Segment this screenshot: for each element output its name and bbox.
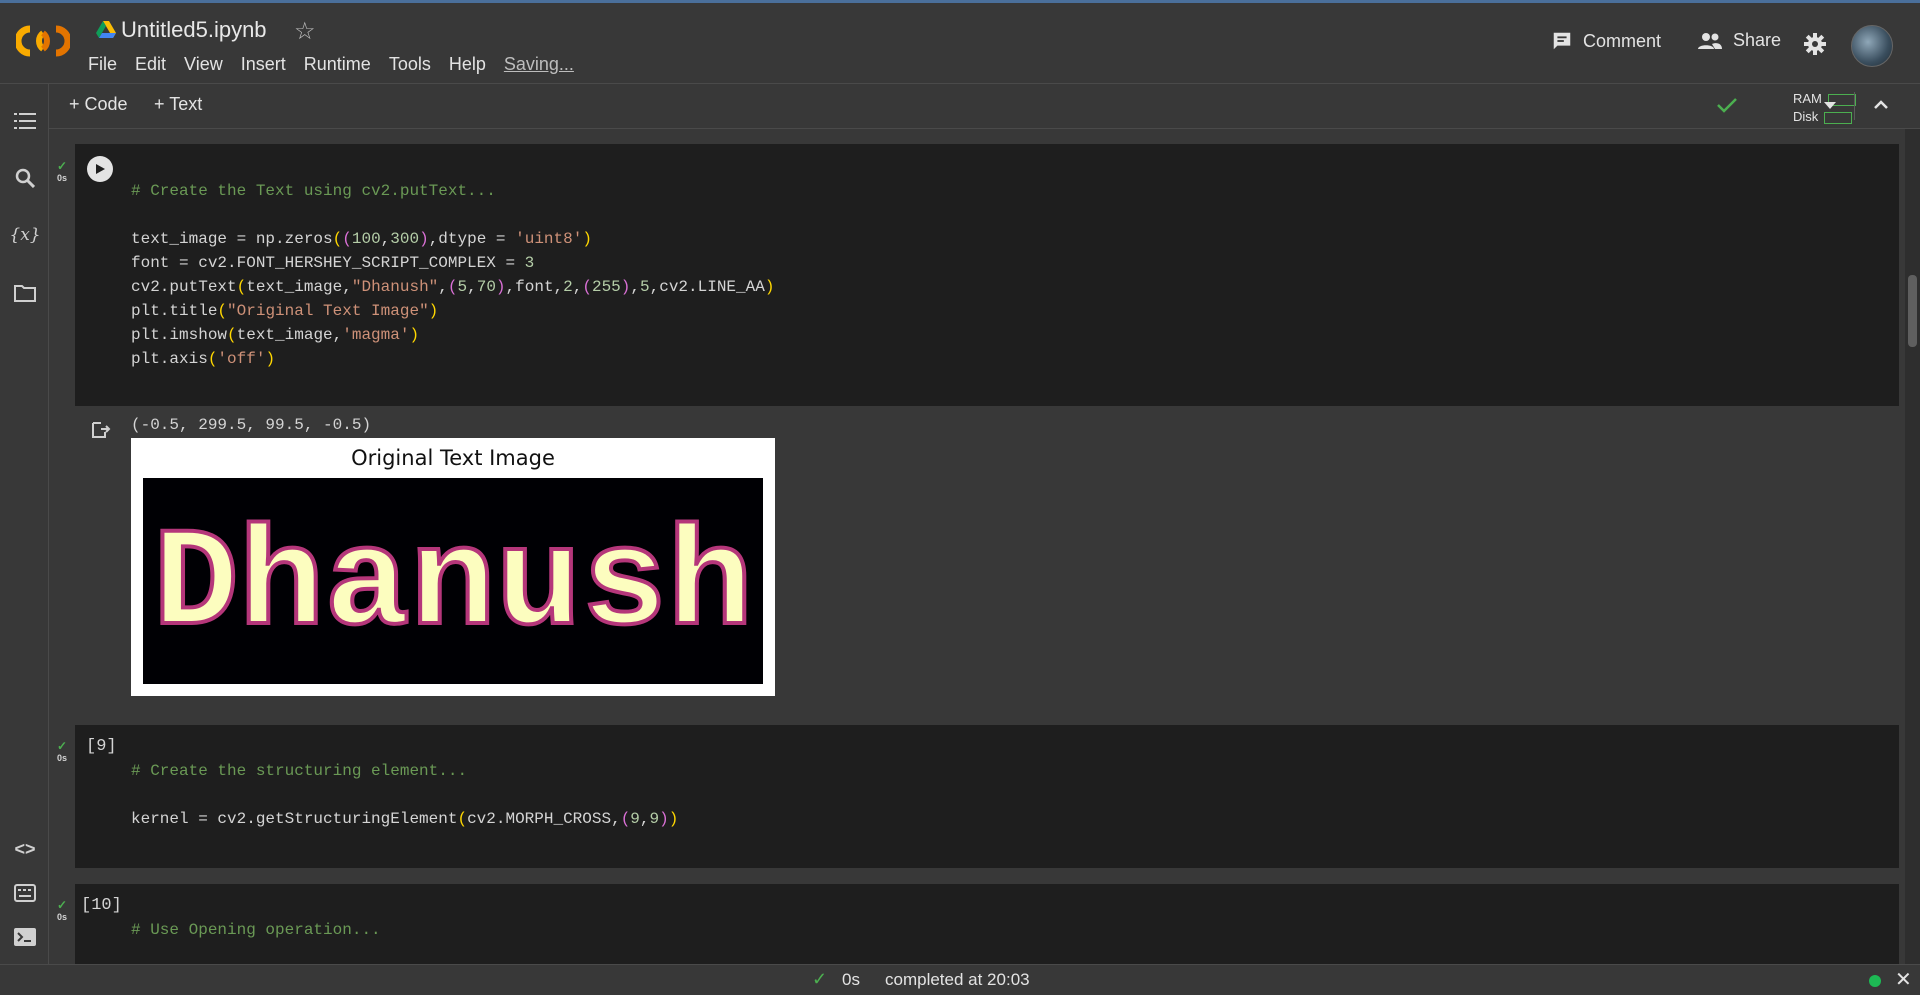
figure-title: Original Text Image xyxy=(351,446,555,470)
status-completed-text[interactable]: completed at 20:03 xyxy=(885,970,1030,990)
comment-icon xyxy=(1553,32,1571,50)
connected-check-icon xyxy=(1717,98,1737,113)
code-cell[interactable]: # Create the Text using cv2.putText... t… xyxy=(75,144,1899,406)
code-line: font = cv2.FONT_HERSHEY_SCRIPT_COMPLEX =… xyxy=(131,254,535,272)
add-text-label: Text xyxy=(169,94,203,114)
execution-count[interactable]: [10] xyxy=(81,896,122,915)
code-cell[interactable]: [9] # Create the structuring element... … xyxy=(75,725,1899,868)
success-check-icon: ✓ xyxy=(56,739,68,753)
output-actions-icon[interactable] xyxy=(91,421,111,439)
left-sidebar: {x} <> xyxy=(0,84,49,964)
close-icon[interactable]: ✕ xyxy=(1895,967,1912,992)
runtime-dropdown-icon[interactable] xyxy=(1824,102,1836,110)
terminal-icon[interactable] xyxy=(12,924,38,950)
menu-insert[interactable]: Insert xyxy=(241,54,286,75)
play-icon xyxy=(96,164,105,174)
app-header: Untitled5.ipynb ☆ File Edit View Insert … xyxy=(0,3,1920,84)
code-line: text_image = np.zeros((100,300),dtype = … xyxy=(131,230,592,248)
menu-file[interactable]: File xyxy=(88,54,117,75)
disk-bar xyxy=(1824,111,1853,124)
menu-runtime[interactable]: Runtime xyxy=(304,54,371,75)
figure-image: Dhanush xyxy=(143,478,763,684)
run-cell-button[interactable] xyxy=(87,156,113,182)
share-label: Share xyxy=(1733,30,1782,50)
menu-edit[interactable]: Edit xyxy=(135,54,166,75)
collapse-chevron-up-icon[interactable] xyxy=(1873,98,1889,110)
menu-help[interactable]: Help xyxy=(449,54,486,75)
variables-icon[interactable]: {x} xyxy=(9,222,40,248)
code-line: plt.axis('off') xyxy=(131,350,276,368)
notebook-area: ✓ 0s # Create the Text using cv2.putText… xyxy=(49,129,1904,964)
search-icon[interactable] xyxy=(12,165,38,191)
ram-label: RAM xyxy=(1793,91,1822,106)
toolbar-divider xyxy=(1854,92,1855,120)
code-line: # Use Opening operation... xyxy=(131,921,381,939)
success-check-icon: ✓ xyxy=(56,898,68,912)
menu-tools[interactable]: Tools xyxy=(389,54,431,75)
code-editor[interactable]: # Create the structuring element... kern… xyxy=(131,759,678,831)
user-avatar[interactable] xyxy=(1851,25,1893,67)
command-palette-icon[interactable] xyxy=(12,880,38,906)
vertical-scrollbar[interactable] xyxy=(1905,129,1920,964)
share-button[interactable]: Share xyxy=(1697,30,1781,51)
cell-status: ✓ 0s xyxy=(55,159,69,183)
add-code-button[interactable]: + Code xyxy=(69,94,128,115)
disk-label: Disk xyxy=(1793,109,1819,124)
cell-duration: 0s xyxy=(56,173,67,183)
success-check-icon: ✓ xyxy=(56,159,68,173)
notebook-title[interactable]: Untitled5.ipynb xyxy=(121,17,267,43)
code-line: # Create the structuring element... xyxy=(131,762,468,780)
rendered-text-image: Dhanush xyxy=(151,505,755,668)
cell-status: ✓ 0s xyxy=(55,898,69,922)
add-code-label: Code xyxy=(84,94,128,114)
menu-bar: File Edit View Insert Runtime Tools Help… xyxy=(88,54,574,75)
code-editor[interactable]: # Use Opening operation... xyxy=(131,918,381,942)
cell-status: ✓ 0s xyxy=(55,739,69,763)
code-line: # Create the Text using cv2.putText... xyxy=(131,182,496,200)
output-text: (-0.5, 299.5, 99.5, -0.5) xyxy=(131,416,372,434)
people-icon xyxy=(1698,32,1722,49)
table-of-contents-icon[interactable] xyxy=(12,108,38,134)
code-editor[interactable]: # Create the Text using cv2.putText... t… xyxy=(131,179,774,371)
cell-duration: 0s xyxy=(56,753,67,763)
add-text-button[interactable]: + Text xyxy=(154,94,202,115)
status-bar: ✓ 0s completed at 20:03 ✕ xyxy=(0,964,1920,995)
status-duration: 0s xyxy=(842,970,860,989)
star-icon[interactable]: ☆ xyxy=(294,17,316,46)
code-cell[interactable]: [10] # Use Opening operation... xyxy=(75,884,1899,964)
cell-duration: 0s xyxy=(56,912,67,922)
folder-icon[interactable] xyxy=(12,280,38,306)
saving-status[interactable]: Saving... xyxy=(504,54,574,75)
google-drive-icon xyxy=(96,21,116,38)
code-snippets-icon[interactable]: <> xyxy=(12,836,38,862)
menu-view[interactable]: View xyxy=(184,54,223,75)
execution-count[interactable]: [9] xyxy=(86,737,117,756)
code-line: kernel = cv2.getStructuringElement(cv2.M… xyxy=(131,810,679,828)
runtime-status-dot xyxy=(1869,975,1881,987)
notebook-toolbar: + Code + Text RAM Disk xyxy=(49,84,1920,129)
status-check-icon: ✓ xyxy=(812,969,828,989)
output-figure: Original Text Image Dhanush xyxy=(131,438,775,696)
figure-image-text: Dhanush xyxy=(153,507,753,666)
code-line: plt.imshow(text_image,'magma') xyxy=(131,326,420,344)
scrollbar-thumb[interactable] xyxy=(1908,275,1917,347)
comment-button[interactable]: Comment xyxy=(1551,30,1661,52)
code-line: cv2.putText(text_image,"Dhanush",(5,70),… xyxy=(131,278,775,296)
colab-logo[interactable] xyxy=(16,21,70,61)
gear-icon[interactable] xyxy=(1803,32,1827,56)
code-line: plt.title("Original Text Image") xyxy=(131,302,439,320)
comment-label: Comment xyxy=(1583,30,1662,51)
